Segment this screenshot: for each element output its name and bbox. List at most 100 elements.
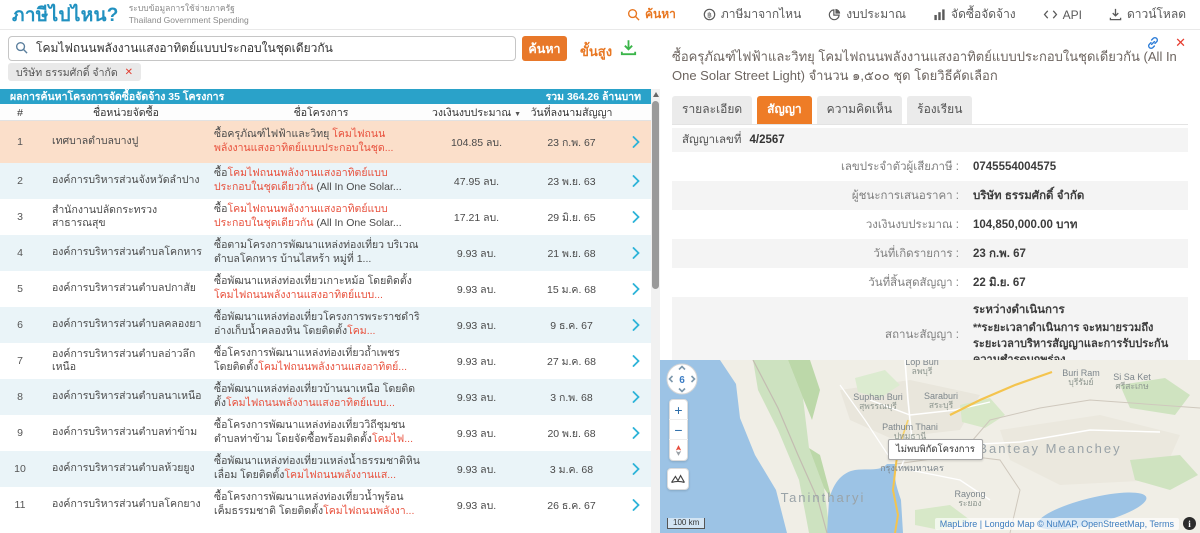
advanced-search-link[interactable]: ขั้นสูง — [580, 41, 612, 62]
row-chevron-icon[interactable] — [620, 175, 651, 187]
project-title: ซื้อครุภัณฑ์ไฟฟ้าและวิทยุ โคมไฟถนนพลังงา… — [672, 47, 1184, 85]
nav-item-search[interactable]: ค้นหา — [627, 5, 676, 24]
row-chevron-icon[interactable] — [620, 499, 651, 511]
row-date: 3 ก.พ. 68 — [523, 389, 620, 406]
table-row[interactable]: 4 องค์การบริหารส่วนตำบลโคกหาร ซื้อตามโคร… — [0, 235, 651, 271]
nav-item-code[interactable]: API — [1043, 8, 1082, 22]
page: ภาษีไปไหน? ระบบข้อมูลการใช้จ่ายภาครัฐ Th… — [0, 0, 1200, 533]
contract-number-value: 4/2567 — [750, 134, 785, 146]
table-row[interactable]: 9 องค์การบริหารส่วนตำบลท่าข้าม ซื้อโครงก… — [0, 415, 651, 451]
code-icon — [1043, 9, 1058, 20]
project-text-plain: ซื้อครุภัณฑ์ไฟฟ้าและวิทยุ — [214, 128, 332, 140]
row-amount: 9.93 ลบ. — [430, 461, 523, 478]
field-label: สถานะสัญญา : — [672, 326, 959, 344]
table-row[interactable]: 2 องค์การบริหารส่วนจังหวัดลำปาง ซื้อโคมไ… — [0, 163, 651, 199]
project-text-plain: ซื้อ — [214, 203, 227, 215]
svg-text:฿: ฿ — [707, 10, 712, 19]
map-scale: 100 km — [667, 518, 705, 529]
detail-tab[interactable]: รายละเอียด — [672, 96, 752, 124]
table-row[interactable]: 10 องค์การบริหารส่วนตำบลห้วยยูง ซื้อพัฒน… — [0, 451, 651, 487]
row-project: ซื้อพัฒนาแหล่งท่องเที่ยวเกาะหม้อ โดยติดต… — [212, 272, 430, 305]
terrain-toggle-button[interactable] — [667, 468, 689, 490]
row-number: 5 — [0, 283, 40, 295]
scrollbar-up-arrow[interactable] — [653, 92, 659, 97]
row-chevron-icon[interactable] — [620, 427, 651, 439]
contract-fields: เลขประจำตัวผู้เสียภาษี : 0745554004575 ผ… — [672, 152, 1188, 373]
compass-button[interactable] — [669, 440, 688, 460]
search-button[interactable]: ค้นหา — [522, 36, 567, 61]
filter-remove-icon[interactable]: ✕ — [125, 67, 133, 78]
row-number: 11 — [0, 499, 40, 511]
table-row[interactable]: 6 องค์การบริหารส่วนตำบลคลองยา ซื้อพัฒนาแ… — [0, 307, 651, 343]
row-amount: 9.93 ลบ. — [430, 425, 523, 442]
coin-icon: ฿ — [703, 8, 716, 21]
row-chevron-icon[interactable] — [620, 283, 651, 295]
row-project: ซื้อพัฒนาแหล่งท่องเที่ยวบ้านนาเหนือ โดยต… — [212, 380, 430, 413]
row-project: ซื้อโครงการพัฒนาแหล่งท่องเที่ยวถ้ำเพชร โ… — [212, 344, 430, 377]
table-row[interactable]: 8 องค์การบริหารส่วนตำบลนาเหนือ ซื้อพัฒนา… — [0, 379, 651, 415]
detail-panel: ✕ ซื้อครุภัณฑ์ไฟฟ้าและวิทยุ โคมไฟถนนพลัง… — [660, 30, 1200, 360]
table-row[interactable]: 5 องค์การบริหารส่วนตำบลปกาสัย ซื้อพัฒนาแ… — [0, 271, 651, 307]
top-bar: ภาษีไปไหน? ระบบข้อมูลการใช้จ่ายภาครัฐ Th… — [0, 0, 1200, 30]
row-amount: 9.93 ลบ. — [430, 245, 523, 262]
row-project: ซื้อโครงการพัฒนาแหล่งท่องเที่ยวน้ำพุร้อน… — [212, 488, 430, 521]
zoom-in-button[interactable]: + — [669, 400, 688, 420]
project-text-match: โคมไฟถนนพลังงานแสงอาทิตย์แบบ... — [226, 397, 395, 409]
row-number: 8 — [0, 391, 40, 403]
row-number: 1 — [0, 136, 40, 148]
row-amount: 9.93 ลบ. — [430, 281, 523, 298]
zoom-out-button[interactable]: − — [669, 420, 688, 440]
row-chevron-icon[interactable] — [620, 247, 651, 259]
table-row[interactable]: 1 เทศบาลตำบลบางปู ซื้อครุภัณฑ์ไฟฟ้าและวิ… — [0, 121, 651, 163]
app-subtitle: ระบบข้อมูลการใช้จ่ายภาครัฐ Thailand Gove… — [129, 3, 249, 25]
map-pan-control[interactable]: 6 — [666, 363, 698, 400]
app-logo[interactable]: ภาษีไปไหน? — [12, 0, 119, 30]
detail-tab[interactable]: ร้องเรียน — [907, 96, 972, 124]
field-value: 104,850,000.00 บาท — [973, 219, 1077, 231]
search-input[interactable] — [8, 36, 516, 61]
results-table: ผลการค้นหาโครงการจัดซื้อจัดจ้าง 35 โครงก… — [0, 89, 651, 523]
row-date: 26 ธ.ค. 67 — [523, 497, 620, 514]
nav-item-bar-chart[interactable]: จัดซื้อจัดจ้าง — [933, 5, 1016, 24]
row-number: 4 — [0, 247, 40, 259]
row-amount: 9.93 ลบ. — [430, 317, 523, 334]
contract-field-row: วงเงินงบประมาณ : 104,850,000.00 บาท — [672, 210, 1188, 239]
project-text-match: โคม... — [347, 325, 375, 337]
row-chevron-icon[interactable] — [620, 391, 651, 403]
detail-tab[interactable]: สัญญา — [757, 96, 812, 124]
table-row[interactable]: 3 สำนักงานปลัดกระทรวงสาธารณสุข ซื้อโคมไฟ… — [0, 199, 651, 235]
row-agency: เทศบาลตำบลบางปู — [40, 133, 212, 150]
row-chevron-icon[interactable] — [620, 211, 651, 223]
bar-chart-icon — [933, 8, 946, 21]
row-number: 10 — [0, 463, 40, 475]
search-icon — [15, 41, 28, 59]
row-project: ซื้อพัฒนาแหล่งท่องเที่ยวแหล่งน้ำธรรมชาติ… — [212, 452, 430, 485]
field-value: 0745554004575 — [973, 161, 1056, 173]
row-chevron-icon[interactable] — [620, 463, 651, 475]
table-row[interactable]: 7 องค์การบริหารส่วนตำบลอ่าวลึกเหนือ ซื้อ… — [0, 343, 651, 379]
row-chevron-icon[interactable] — [620, 319, 651, 331]
contract-field-row: เลขประจำตัวผู้เสียภาษี : 0745554004575 — [672, 152, 1188, 181]
row-amount: 17.21 ลบ. — [430, 209, 523, 226]
table-scrollbar[interactable] — [651, 89, 660, 533]
nav-item-pie-chart[interactable]: งบประมาณ — [828, 5, 906, 24]
table-row[interactable]: 11 องค์การบริหารส่วนตำบลโคกยาง ซื้อโครงก… — [0, 487, 651, 523]
row-number: 9 — [0, 427, 40, 439]
row-chevron-icon[interactable] — [620, 136, 651, 148]
nav-item-download[interactable]: ดาวน์โหลด — [1109, 5, 1186, 24]
row-date: 3 ม.ค. 68 — [523, 461, 620, 478]
row-number: 6 — [0, 319, 40, 331]
download-results-icon[interactable] — [620, 39, 637, 61]
attribution-info-icon[interactable]: i — [1183, 517, 1196, 530]
row-agency: องค์การบริหารส่วนตำบลอ่าวลึกเหนือ — [40, 346, 212, 376]
row-agency: สำนักงานปลัดกระทรวงสาธารณสุข — [40, 202, 212, 232]
row-chevron-icon[interactable] — [620, 355, 651, 367]
table-column-headers: # ชื่อหน่วยจัดซื้อ ชื่อโครงการ วงเงินงบป… — [0, 104, 651, 121]
map[interactable]: Lop Buri ลพบุรี Suphan Buri สุพรรณบุรี S… — [660, 360, 1200, 533]
row-agency: องค์การบริหารส่วนจังหวัดลำปาง — [40, 172, 212, 189]
scrollbar-thumb[interactable] — [652, 101, 659, 289]
detail-tab[interactable]: ความคิดเห็น — [817, 96, 902, 124]
attribution-links[interactable]: MapLibre | Longdo Map © NuMAP, OpenStree… — [935, 518, 1179, 530]
nav-item-coin[interactable]: ฿ ภาษีมาจากไหน — [703, 5, 801, 24]
col-amount-sort[interactable]: วงเงินงบประมาณ ▼ — [430, 104, 523, 121]
